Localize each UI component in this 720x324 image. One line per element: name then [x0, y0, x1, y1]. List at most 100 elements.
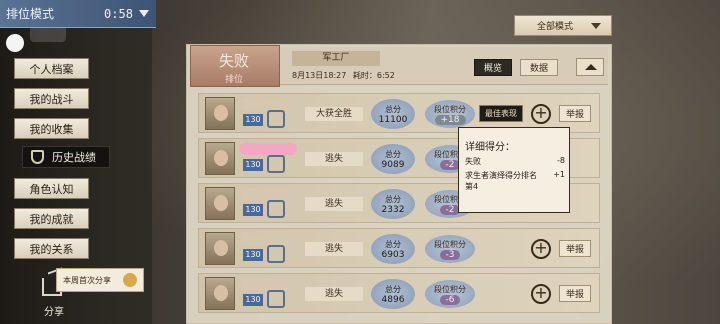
mode-label: 排位模式	[6, 7, 55, 21]
player-portrait[interactable]	[205, 187, 235, 220]
portrait-face	[214, 105, 228, 121]
nav-character[interactable]: 角色认知	[14, 178, 89, 199]
paw-icon	[123, 273, 137, 287]
score-value: 9089	[381, 159, 405, 170]
rank-value: -3	[439, 249, 461, 260]
rank-points: 段位积分 -3	[425, 235, 475, 263]
tooltip-row-label: 求生者演绎得分排名第4	[465, 171, 537, 191]
player-name-redacted	[241, 233, 299, 245]
player-result: 逃失	[305, 152, 363, 166]
score-stat: 总分 2332	[371, 189, 415, 219]
player-level: 130	[243, 294, 263, 306]
queue-timer: 0:58	[104, 6, 133, 21]
player-level: 130	[243, 204, 263, 216]
portrait-face	[214, 240, 228, 256]
tooltip-row-label: 失败	[465, 157, 481, 166]
tier-icon	[267, 110, 285, 128]
score-detail-tooltip: 详细得分： 失败 -8 求生者演绎得分排名第4 +1	[458, 127, 570, 213]
player-result: 逃失	[305, 242, 363, 256]
report-button[interactable]: 举报	[559, 285, 591, 302]
collapse-button[interactable]	[576, 58, 604, 76]
player-result: 逃失	[305, 287, 363, 301]
mode-filter-select[interactable]: 全部模式	[514, 15, 612, 36]
score-stat: 总分 4896	[371, 279, 415, 309]
rank-value: +18	[434, 114, 466, 125]
nav-profile[interactable]: 个人档案	[14, 58, 89, 79]
player-level: 130	[243, 249, 263, 261]
score-value: 2332	[381, 204, 405, 215]
player-result: 大获全胜	[305, 107, 363, 121]
player-level: 130	[243, 114, 263, 126]
nav-collection[interactable]: 我的收集	[14, 118, 89, 139]
portrait-face	[214, 285, 228, 301]
chevron-down-icon[interactable]	[138, 10, 149, 17]
report-button[interactable]: 举报	[559, 105, 591, 122]
rank-points: 段位积分 -6	[425, 280, 475, 308]
match-date: 8月13日18:27	[292, 71, 347, 80]
score-label: 总分	[385, 104, 401, 114]
rank-label: 段位积分	[434, 104, 466, 114]
tab-data[interactable]: 数据	[520, 59, 558, 76]
score-stat: 总分 9089	[371, 144, 415, 174]
score-label: 总分	[385, 239, 401, 249]
score-label: 总分	[385, 149, 401, 159]
result-badge: 失败 排位	[190, 45, 280, 87]
nav-relations[interactable]: 我的关系	[14, 238, 89, 259]
duration-value: 6:52	[376, 71, 395, 80]
tier-icon	[267, 155, 285, 173]
tab-overview[interactable]: 概览	[474, 59, 512, 76]
shield-icon	[31, 150, 44, 164]
report-button[interactable]: 举报	[559, 240, 591, 257]
player-portrait[interactable]	[205, 277, 235, 310]
first-share-text: 本周首次分享	[63, 275, 111, 285]
player-row-4: 130 逃失 总分 6903 段位积分 -3 + 举报	[198, 228, 600, 268]
add-friend-button[interactable]: +	[531, 239, 551, 259]
nav-achievements[interactable]: 我的成就	[14, 208, 89, 229]
player-level: 130	[243, 159, 263, 171]
rank-points: 段位积分 +18	[425, 100, 475, 128]
nav-history-active[interactable]: 历史战绩	[22, 146, 110, 168]
portrait-face	[214, 150, 228, 166]
rank-label: 段位积分	[434, 239, 466, 249]
tier-icon	[267, 245, 285, 263]
mode-timer-bar[interactable]: 排位模式 0:58	[0, 0, 156, 28]
player-portrait[interactable]	[205, 97, 235, 130]
score-label: 总分	[385, 284, 401, 294]
player-row-5: 130 逃失 总分 4896 段位积分 -6 + 举报	[198, 273, 600, 313]
player-name-redacted	[241, 98, 299, 110]
first-share-bubble[interactable]: 本周首次分享	[56, 268, 144, 292]
score-value: 6903	[381, 249, 405, 260]
add-friend-button[interactable]: +	[531, 104, 551, 124]
share-label[interactable]: 分享	[44, 303, 64, 318]
chevron-down-icon	[591, 23, 601, 29]
tooltip-row-value: -8	[557, 156, 565, 165]
score-value: 11100	[378, 114, 408, 125]
rank-value: -6	[439, 294, 461, 305]
player-name-redacted	[241, 188, 299, 200]
match-mode: 排位	[225, 75, 244, 85]
tier-icon	[267, 290, 285, 308]
map-name: 军工厂	[292, 51, 380, 66]
score-stat: 总分 11100	[371, 99, 415, 129]
score-label: 总分	[385, 194, 401, 204]
tier-icon	[267, 200, 285, 218]
nav-battles[interactable]: 我的战斗	[14, 88, 89, 109]
tooltip-row-value: +1	[553, 170, 565, 179]
player-portrait[interactable]	[205, 232, 235, 265]
add-friend-button[interactable]: +	[531, 284, 551, 304]
duration-label: 耗时：	[352, 71, 377, 80]
mvp-badge: 最佳表现	[479, 105, 523, 122]
status-dot	[6, 34, 24, 52]
match-info: 8月13日18:27 耗时：6:52	[292, 70, 395, 81]
nav-history-label: 历史战绩	[52, 151, 96, 164]
mode-filter-value: 全部模式	[537, 22, 574, 32]
score-stat: 总分 6903	[371, 234, 415, 264]
score-value: 4896	[381, 294, 405, 305]
player-portrait[interactable]	[205, 142, 235, 175]
tooltip-title: 详细得分：	[465, 142, 515, 153]
portrait-face	[214, 195, 228, 211]
rank-label: 段位积分	[434, 284, 466, 294]
player-name-redacted	[241, 278, 299, 290]
result-text: 失败	[219, 52, 250, 70]
player-result: 逃失	[305, 197, 363, 211]
